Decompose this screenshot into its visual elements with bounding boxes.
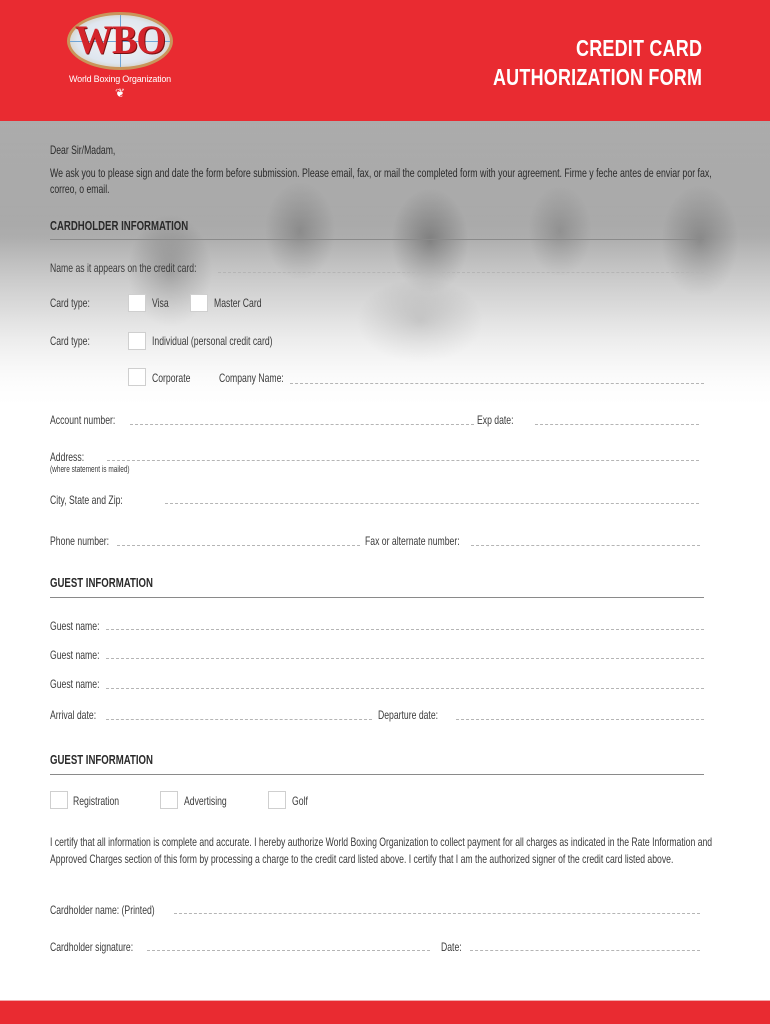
fax-label: Fax or alternate number: [365, 534, 460, 548]
visa-label: Visa [152, 296, 169, 310]
golf-checkbox[interactable] [268, 791, 286, 809]
certification-line-2: Approved Charges section of this form by… [50, 852, 674, 866]
signature-field[interactable] [147, 950, 430, 951]
footer-bar [0, 1000, 770, 1024]
arrival-date-label: Arrival date: [50, 708, 97, 722]
address-field[interactable] [107, 460, 699, 461]
form-body: Dear Sir/Madam, We ask you to please sig… [0, 0, 770, 1024]
arrival-date-field[interactable] [106, 719, 372, 720]
departure-date-field[interactable] [456, 719, 704, 720]
signature-label: Cardholder signature: [50, 940, 134, 954]
date-field[interactable] [470, 950, 700, 951]
guest-heading: GUEST INFORMATION [50, 575, 153, 590]
section-divider [50, 239, 704, 240]
name-label: Name as it appears on the credit card: [50, 261, 197, 275]
city-state-zip-field[interactable] [165, 503, 699, 504]
fax-field[interactable] [471, 545, 700, 546]
mastercard-checkbox[interactable] [190, 294, 208, 312]
city-state-zip-label: City, State and Zip: [50, 493, 123, 507]
mastercard-label: Master Card [214, 296, 262, 310]
address-label: Address: [50, 450, 85, 464]
guest-name-label: Guest name: [50, 619, 100, 633]
certification-line-1: I certify that all information is comple… [50, 835, 713, 849]
registration-checkbox[interactable] [50, 791, 68, 809]
name-field[interactable] [218, 272, 704, 273]
date-label: Date: [441, 940, 462, 954]
printed-name-label: Cardholder name: (Printed) [50, 903, 155, 917]
card-type-label: Card type: [50, 296, 90, 310]
advertising-label: Advertising [184, 794, 227, 808]
intro-line-1: We ask you to please sign and date the f… [50, 166, 712, 180]
exp-date-label: Exp date: [477, 413, 514, 427]
advertising-checkbox[interactable] [160, 791, 178, 809]
section-divider [50, 597, 704, 598]
phone-field[interactable] [117, 545, 360, 546]
guest-name-field[interactable] [106, 658, 704, 659]
section-divider [50, 774, 704, 775]
visa-checkbox[interactable] [128, 294, 146, 312]
company-name-field[interactable] [290, 383, 704, 384]
phone-label: Phone number: [50, 534, 110, 548]
corporate-label: Corporate [152, 371, 191, 385]
greeting: Dear Sir/Madam, [50, 143, 116, 157]
exp-date-field[interactable] [535, 424, 699, 425]
account-number-label: Account number: [50, 413, 116, 427]
printed-name-field[interactable] [174, 913, 700, 914]
address-note: (where statement is mailed) [50, 464, 130, 474]
card-type-2-label: Card type: [50, 334, 90, 348]
intro-line-2: correo, o email. [50, 182, 110, 196]
corporate-checkbox[interactable] [128, 368, 146, 386]
guest-name-label: Guest name: [50, 648, 100, 662]
individual-checkbox[interactable] [128, 332, 146, 350]
guest-name-field[interactable] [106, 688, 704, 689]
cardholder-heading: CARDHOLDER INFORMATION [50, 218, 189, 233]
account-number-field[interactable] [130, 424, 474, 425]
individual-label: Individual (personal credit card) [152, 334, 273, 348]
departure-date-label: Departure date: [378, 708, 439, 722]
company-name-label: Company Name: [219, 371, 284, 385]
charges-heading: GUEST INFORMATION [50, 752, 153, 767]
golf-label: Golf [292, 794, 308, 808]
guest-name-label: Guest name: [50, 677, 100, 691]
guest-name-field[interactable] [106, 629, 704, 630]
registration-label: Registration [73, 794, 120, 808]
